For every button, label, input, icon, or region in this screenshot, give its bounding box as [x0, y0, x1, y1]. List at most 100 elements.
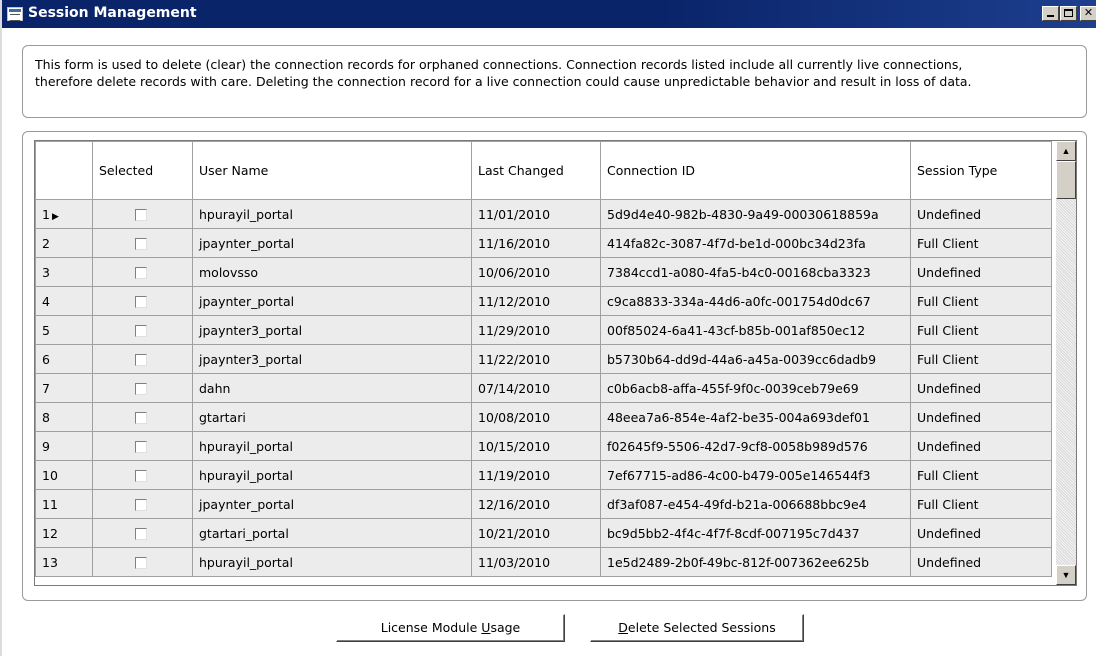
- row-header[interactable]: 3: [35, 257, 93, 287]
- session-type-cell[interactable]: Full Client: [910, 286, 1052, 316]
- last-changed-cell[interactable]: 11/03/2010: [471, 547, 601, 577]
- last-changed-cell[interactable]: 11/29/2010: [471, 315, 601, 345]
- selected-checkbox[interactable]: [135, 557, 147, 569]
- selected-checkbox[interactable]: [135, 354, 147, 366]
- table-row[interactable]: 2 jpaynter_portal 11/16/2010 414fa82c-3087-…: [35, 228, 1052, 258]
- last-changed-cell[interactable]: 11/16/2010: [471, 228, 601, 258]
- user-name-cell[interactable]: dahn: [192, 373, 472, 403]
- connection-id-cell[interactable]: 7384ccd1-a080-4fa5-b4c0-00168cba3323: [600, 257, 911, 287]
- session-type-cell[interactable]: Full Client: [910, 315, 1052, 345]
- column-header-user-name[interactable]: User Name: [192, 141, 472, 200]
- grid-vertical-scrollbar[interactable]: ▲ ▼: [1056, 141, 1076, 585]
- user-name-cell[interactable]: jpaynter3_portal: [192, 315, 472, 345]
- close-button[interactable]: ✕: [1080, 6, 1096, 21]
- last-changed-cell[interactable]: 11/12/2010: [471, 286, 601, 316]
- session-type-cell[interactable]: Undefined: [910, 402, 1052, 432]
- scroll-down-arrow-icon[interactable]: ▼: [1056, 565, 1076, 585]
- session-type-cell[interactable]: Undefined: [910, 373, 1052, 403]
- session-type-cell[interactable]: Full Client: [910, 460, 1052, 490]
- table-row[interactable]: 13 hpurayil_portal 11/03/2010 1e5d2489-2b0f…: [35, 547, 1052, 577]
- row-header[interactable]: 9: [35, 431, 93, 461]
- title-bar[interactable]: Session Management ✕: [2, 0, 1096, 28]
- user-name-cell[interactable]: hpurayil_portal: [192, 547, 472, 577]
- column-header-connection-id[interactable]: Connection ID: [600, 141, 911, 200]
- table-row[interactable]: 9 hpurayil_portal 10/15/2010 f02645f9-5506-…: [35, 431, 1052, 461]
- last-changed-cell[interactable]: 10/15/2010: [471, 431, 601, 461]
- session-type-cell[interactable]: Full Client: [910, 489, 1052, 519]
- selected-checkbox[interactable]: [135, 325, 147, 337]
- user-name-cell[interactable]: jpaynter_portal: [192, 489, 472, 519]
- user-name-cell[interactable]: molovsso: [192, 257, 472, 287]
- last-changed-cell[interactable]: 07/14/2010: [471, 373, 601, 403]
- scroll-up-arrow-icon[interactable]: ▲: [1056, 141, 1076, 161]
- table-row[interactable]: 6 jpaynter3_portal 11/22/2010 b5730b64-dd9d…: [35, 344, 1052, 374]
- row-header[interactable]: 11: [35, 489, 93, 519]
- scrollbar-thumb[interactable]: [1056, 161, 1076, 199]
- table-row[interactable]: 5 jpaynter3_portal 11/29/2010 00f85024-6a41…: [35, 315, 1052, 345]
- connection-id-cell[interactable]: 414fa82c-3087-4f7d-be1d-000bc34d23fa: [600, 228, 911, 258]
- session-type-cell[interactable]: Full Client: [910, 228, 1052, 258]
- selected-checkbox[interactable]: [135, 209, 147, 221]
- selected-checkbox[interactable]: [135, 267, 147, 279]
- selected-checkbox[interactable]: [135, 296, 147, 308]
- selected-checkbox[interactable]: [135, 441, 147, 453]
- table-row[interactable]: 4 jpaynter_portal 11/12/2010 c9ca8833-334a-…: [35, 286, 1052, 316]
- row-header[interactable]: 2: [35, 228, 93, 258]
- column-header-rownum[interactable]: [35, 141, 93, 200]
- table-row[interactable]: 8 gtartari 10/08/2010 48eea7a6-854e-4af2-be…: [35, 402, 1052, 432]
- user-name-cell[interactable]: jpaynter_portal: [192, 286, 472, 316]
- row-header[interactable]: 8: [35, 402, 93, 432]
- license-module-usage-button[interactable]: License Module Usage: [336, 614, 565, 642]
- user-name-cell[interactable]: jpaynter3_portal: [192, 344, 472, 374]
- last-changed-cell[interactable]: 10/08/2010: [471, 402, 601, 432]
- user-name-cell[interactable]: gtartari_portal: [192, 518, 472, 548]
- connection-id-cell[interactable]: 5d9d4e40-982b-4830-9a49-00030618859a: [600, 199, 911, 229]
- user-name-cell[interactable]: hpurayil_portal: [192, 431, 472, 461]
- last-changed-cell[interactable]: 10/06/2010: [471, 257, 601, 287]
- table-row[interactable]: 3 molovsso 10/06/2010 7384ccd1-a080-4fa5-b4…: [35, 257, 1052, 287]
- column-header-last-changed[interactable]: Last Changed: [471, 141, 601, 200]
- selected-checkbox[interactable]: [135, 238, 147, 250]
- selected-checkbox[interactable]: [135, 470, 147, 482]
- row-header[interactable]: 6: [35, 344, 93, 374]
- connection-id-cell[interactable]: c9ca8833-334a-44d6-a0fc-001754d0dc67: [600, 286, 911, 316]
- column-header-session-type[interactable]: Session Type: [910, 141, 1052, 200]
- session-type-cell[interactable]: Undefined: [910, 199, 1052, 229]
- column-header-selected[interactable]: Selected: [92, 141, 193, 200]
- last-changed-cell[interactable]: 11/22/2010: [471, 344, 601, 374]
- last-changed-cell[interactable]: 11/01/2010: [471, 199, 601, 229]
- connection-id-cell[interactable]: b5730b64-dd9d-44a6-a45a-0039cc6dadb9: [600, 344, 911, 374]
- minimize-button[interactable]: [1042, 6, 1059, 21]
- user-name-cell[interactable]: gtartari: [192, 402, 472, 432]
- row-header[interactable]: 5: [35, 315, 93, 345]
- row-header[interactable]: 12: [35, 518, 93, 548]
- row-header[interactable]: 4: [35, 286, 93, 316]
- table-row[interactable]: 1 ▶ hpurayil_portal 11/01/2010 5d9d4e40-982b…: [35, 199, 1052, 229]
- delete-selected-sessions-button[interactable]: Delete Selected Sessions: [590, 614, 804, 642]
- row-header[interactable]: 1 ▶: [35, 199, 93, 229]
- connection-id-cell[interactable]: 48eea7a6-854e-4af2-be35-004a693def01: [600, 402, 911, 432]
- session-type-cell[interactable]: Full Client: [910, 344, 1052, 374]
- user-name-cell[interactable]: hpurayil_portal: [192, 199, 472, 229]
- selected-checkbox[interactable]: [135, 499, 147, 511]
- session-type-cell[interactable]: Undefined: [910, 547, 1052, 577]
- selected-checkbox[interactable]: [135, 528, 147, 540]
- row-header[interactable]: 7: [35, 373, 93, 403]
- window-app-icon[interactable]: [7, 7, 23, 21]
- user-name-cell[interactable]: hpurayil_portal: [192, 460, 472, 490]
- table-row[interactable]: 12 gtartari_portal 10/21/2010 bc9d5bb2-4f4c…: [35, 518, 1052, 548]
- connection-id-cell[interactable]: 1e5d2489-2b0f-49bc-812f-007362ee625b: [600, 547, 911, 577]
- connection-id-cell[interactable]: 7ef67715-ad86-4c00-b479-005e146544f3: [600, 460, 911, 490]
- session-type-cell[interactable]: Undefined: [910, 431, 1052, 461]
- last-changed-cell[interactable]: 11/19/2010: [471, 460, 601, 490]
- selected-checkbox[interactable]: [135, 412, 147, 424]
- session-type-cell[interactable]: Undefined: [910, 518, 1052, 548]
- table-row[interactable]: 7 dahn 07/14/2010 c0b6acb8-affa-455f-9f0c-0…: [35, 373, 1052, 403]
- sessions-grid[interactable]: Selected User Name Last Changed Connecti…: [34, 140, 1077, 586]
- selected-checkbox[interactable]: [135, 383, 147, 395]
- user-name-cell[interactable]: jpaynter_portal: [192, 228, 472, 258]
- row-header[interactable]: 10: [35, 460, 93, 490]
- connection-id-cell[interactable]: 00f85024-6a41-43cf-b85b-001af850ec12: [600, 315, 911, 345]
- last-changed-cell[interactable]: 12/16/2010: [471, 489, 601, 519]
- connection-id-cell[interactable]: df3af087-e454-49fd-b21a-006688bbc9e4: [600, 489, 911, 519]
